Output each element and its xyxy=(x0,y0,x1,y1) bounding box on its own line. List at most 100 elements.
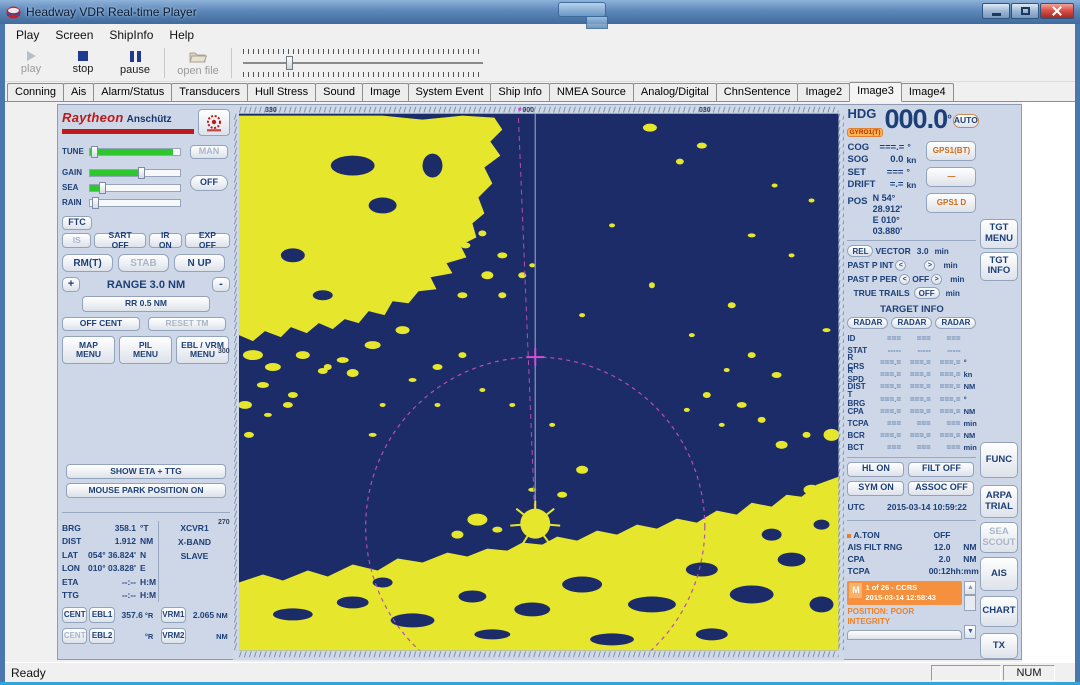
close-button[interactable] xyxy=(1040,3,1074,19)
target-table-row: R SPD===.====.====.=kn xyxy=(847,369,976,381)
signal-processing-button[interactable]: EXP OFF xyxy=(185,233,230,248)
tune-slider[interactable] xyxy=(89,148,181,156)
tab[interactable]: Image4 xyxy=(901,83,954,101)
sea-slider-thumb[interactable] xyxy=(99,182,106,194)
ais-button[interactable]: AIS xyxy=(980,557,1018,590)
alarm-scrollbar[interactable]: ▲ ▼ xyxy=(964,581,976,640)
maximize-button[interactable] xyxy=(1011,3,1039,19)
seek-track[interactable] xyxy=(243,62,483,64)
stab-button[interactable]: STAB xyxy=(118,254,169,272)
tab[interactable]: Ais xyxy=(63,83,94,101)
ebl2-button[interactable]: EBL2 xyxy=(89,628,114,644)
scroll-down-arrow[interactable]: ▼ xyxy=(964,625,976,639)
north-up-button[interactable]: N UP xyxy=(174,254,225,272)
rel-vector-button[interactable]: REL xyxy=(847,245,873,257)
range-rings-button[interactable]: RR 0.5 NM xyxy=(82,296,210,312)
tab[interactable]: ChnSentence xyxy=(716,83,799,101)
range-decrease-button[interactable]: - xyxy=(212,277,230,292)
tab[interactable]: System Event xyxy=(408,83,492,101)
tab[interactable]: Sound xyxy=(315,83,363,101)
vrm1-button[interactable]: VRM1 xyxy=(161,607,186,623)
sea-auto-off-button[interactable]: OFF xyxy=(190,175,228,191)
tgt-info-button[interactable]: TGTINFO xyxy=(980,252,1018,282)
past-p-int-increase-button[interactable]: > xyxy=(924,260,935,271)
tab[interactable]: NMEA Source xyxy=(549,83,634,101)
scroll-up-arrow[interactable]: ▲ xyxy=(964,581,976,595)
stop-button[interactable]: stop xyxy=(57,46,109,80)
seek-thumb[interactable] xyxy=(286,56,293,70)
radar-source-button[interactable]: RADAR xyxy=(891,317,932,329)
set-drift-source-button[interactable]: — xyxy=(926,167,976,187)
past-p-per-increase-button[interactable]: > xyxy=(931,274,942,285)
menu-item[interactable]: ShipInfo xyxy=(102,26,160,44)
gain-slider-thumb[interactable] xyxy=(138,167,145,179)
sea-slider[interactable] xyxy=(89,184,181,192)
range-increase-button[interactable]: + xyxy=(62,277,80,292)
resize-grip[interactable] xyxy=(1057,665,1073,681)
arpa-trial-button[interactable]: ARPATRIAL xyxy=(980,485,1018,517)
anschuetz-logo-button[interactable] xyxy=(198,109,230,136)
signal-processing-button[interactable]: SART OFF xyxy=(94,233,145,248)
tx-button[interactable]: TX xyxy=(980,633,1018,659)
off-center-button[interactable]: OFF CENT xyxy=(62,317,140,331)
signal-processing-button[interactable]: IS xyxy=(62,233,91,248)
tab[interactable]: Analog/Digital xyxy=(633,83,717,101)
gps1-bt-button[interactable]: GPS1(BT) xyxy=(926,141,976,161)
tgt-menu-button[interactable]: TGTMENU xyxy=(980,219,1018,249)
tab[interactable]: Image3 xyxy=(849,82,902,102)
open-file-button[interactable]: open file xyxy=(168,46,228,80)
tab[interactable]: Image2 xyxy=(797,83,850,101)
relative-motion-button[interactable]: RM(T) xyxy=(62,254,113,272)
symbols-toggle-button[interactable]: SYM ON xyxy=(847,481,904,496)
scroll-thumb[interactable] xyxy=(964,595,976,611)
reset-tm-button[interactable]: RESET TM xyxy=(148,317,226,331)
tab[interactable]: Image xyxy=(362,83,409,101)
radar-ppi-display[interactable]: 330 000 030 xyxy=(233,105,844,661)
signal-processing-button[interactable]: IR ON xyxy=(149,233,182,248)
menu-item[interactable]: Help xyxy=(162,26,201,44)
func-button[interactable]: FUNC xyxy=(980,442,1018,478)
past-p-int-decrease-button[interactable]: < xyxy=(895,260,906,271)
vrm2-button[interactable]: VRM2 xyxy=(161,628,186,644)
filter-toggle-button[interactable]: FILT OFF xyxy=(908,462,974,477)
radar-source-button[interactable]: RADAR xyxy=(935,317,976,329)
map-menu-button[interactable]: MAPMENU xyxy=(62,336,115,364)
chart-button[interactable]: CHART xyxy=(980,596,1018,628)
tune-slider-thumb[interactable] xyxy=(91,146,98,158)
divider xyxy=(847,457,976,458)
ebl1-button[interactable]: EBL1 xyxy=(89,607,114,623)
heading-line-toggle-button[interactable]: HL ON xyxy=(847,462,904,477)
ftc-button[interactable]: FTC xyxy=(62,216,92,230)
bearing-label-030: 030 xyxy=(699,107,711,114)
hdg-auto-button[interactable]: AUTO xyxy=(953,114,979,128)
sea-scout-button[interactable]: SEASCOUT xyxy=(980,522,1018,554)
radar-source-button[interactable]: RADAR xyxy=(847,317,888,329)
alarm-message-box[interactable]: M 1 of 26 - CCRS 2015-03-14 12:58:43 xyxy=(847,581,962,605)
rain-slider[interactable] xyxy=(89,199,181,207)
tab[interactable]: Alarm/Status xyxy=(93,83,172,101)
pause-button[interactable]: pause xyxy=(109,46,161,80)
past-p-per-decrease-button[interactable]: < xyxy=(899,274,910,285)
minimize-button[interactable] xyxy=(982,3,1010,19)
tab[interactable]: Conning xyxy=(7,83,64,101)
play-button[interactable]: play xyxy=(5,46,57,80)
cent1-button[interactable]: CENT xyxy=(62,607,87,623)
cent2-button[interactable]: CENT xyxy=(62,628,87,644)
true-trails-off-button[interactable]: OFF xyxy=(914,287,940,299)
gps1-d-button[interactable]: GPS1 D xyxy=(926,193,976,213)
toolbar: play stop pause open file xyxy=(5,45,1075,82)
association-toggle-button[interactable]: ASSOC OFF xyxy=(908,481,974,496)
menu-item[interactable]: Screen xyxy=(48,26,100,44)
pil-menu-button[interactable]: PILMENU xyxy=(119,336,172,364)
gain-slider[interactable] xyxy=(89,169,181,177)
menu-item[interactable]: Play xyxy=(9,26,46,44)
tab[interactable]: Ship Info xyxy=(490,83,549,101)
tab[interactable]: Hull Stress xyxy=(247,83,316,101)
playback-seek-slider[interactable] xyxy=(243,48,483,78)
tune-man-button[interactable]: MAN xyxy=(190,145,228,159)
title-bar[interactable]: Headway VDR Real-time Player xyxy=(0,0,1080,24)
tab[interactable]: Transducers xyxy=(171,83,248,101)
show-eta-ttg-button[interactable]: SHOW ETA + TTG xyxy=(66,464,226,479)
mouse-park-button[interactable]: MOUSE PARK POSITION ON xyxy=(66,483,226,498)
rain-slider-thumb[interactable] xyxy=(92,197,99,209)
